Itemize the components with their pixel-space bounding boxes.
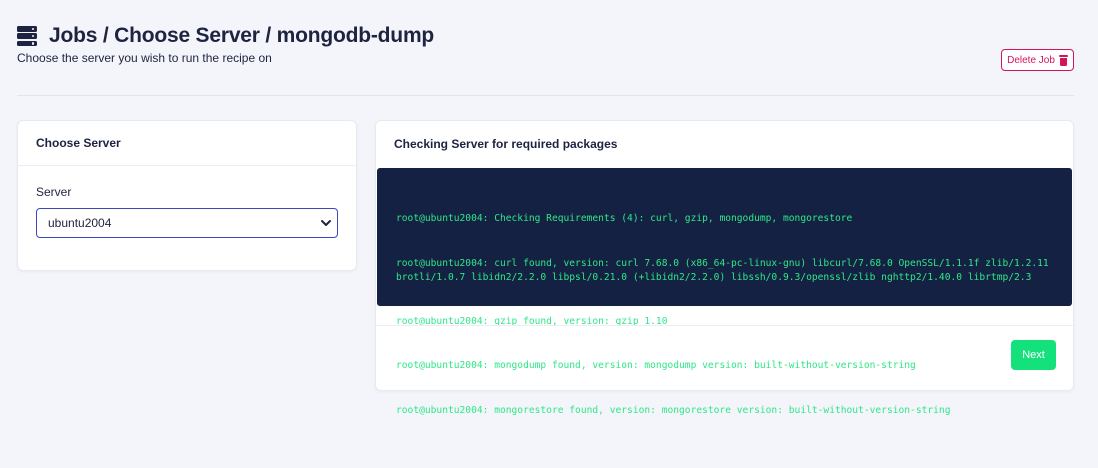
server-select-value: ubuntu2004 — [48, 216, 112, 230]
checking-server-title: Checking Server for required packages — [394, 136, 618, 151]
server-icon — [17, 26, 37, 46]
chevron-down-icon — [321, 220, 331, 226]
card-footer-divider — [376, 325, 1073, 326]
terminal-line: root@ubuntu2004: gzip found, version: gz… — [396, 316, 668, 328]
delete-job-label: Delete Job — [1007, 54, 1055, 66]
next-button[interactable]: Next — [1011, 340, 1056, 370]
page-header: Jobs / Choose Server / mongodb-dump Choo… — [17, 24, 1074, 65]
page-title: Jobs / Choose Server / mongodb-dump — [49, 24, 435, 47]
delete-job-button[interactable]: Delete Job — [1001, 49, 1074, 71]
choose-server-card: Choose Server Server ubuntu2004 — [17, 120, 357, 271]
server-select[interactable]: ubuntu2004 — [36, 208, 338, 238]
choose-server-title: Choose Server — [18, 121, 356, 166]
terminal-output: root@ubuntu2004: Checking Requirements (… — [377, 168, 1072, 416]
header-divider — [17, 95, 1074, 96]
terminal-line: root@ubuntu2004: Checking Requirements (… — [396, 213, 853, 225]
server-field-label: Server — [36, 185, 72, 199]
terminal-line: root@ubuntu2004: mongodump found, versio… — [396, 360, 916, 372]
terminal-line: root@ubuntu2004: mongorestore found, ver… — [396, 404, 951, 416]
checking-server-card: Checking Server for required packages ro… — [375, 120, 1074, 416]
terminal-line: root@ubuntu2004: curl found, version: cu… — [396, 257, 1055, 284]
title-row: Jobs / Choose Server / mongodb-dump — [17, 24, 1074, 48]
page-subtitle: Choose the server you wish to run the re… — [17, 51, 272, 65]
page: Jobs / Choose Server / mongodb-dump Choo… — [0, 0, 1098, 468]
trash-icon — [1058, 54, 1068, 66]
